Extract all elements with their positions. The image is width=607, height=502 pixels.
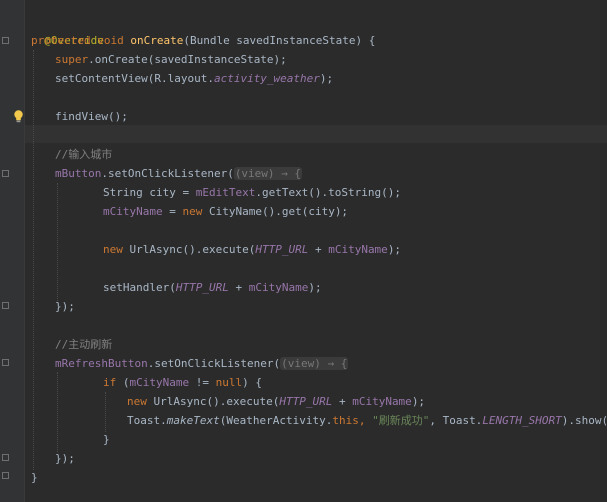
fold-marker-icon[interactable] xyxy=(2,302,9,309)
code-text: .getText().toString(); xyxy=(255,186,402,199)
static-field: activity_weather xyxy=(213,72,320,85)
fold-marker-icon[interactable] xyxy=(2,37,9,44)
string-literal: "刷新成功" xyxy=(372,414,430,427)
code-text: UrlAsync().execute( xyxy=(153,395,280,408)
code-text: = xyxy=(162,205,183,218)
field: mCityName xyxy=(103,205,163,218)
code-line[interactable]: }); xyxy=(55,449,75,468)
field: mEditText xyxy=(195,186,256,199)
code-text: ) { xyxy=(242,376,262,389)
code-text: + xyxy=(308,243,329,256)
code-text: != xyxy=(189,376,216,389)
code-line[interactable]: //输入城市 xyxy=(55,145,112,164)
code-text: UrlAsync().execute( xyxy=(129,243,256,256)
code-line[interactable]: } xyxy=(103,430,110,449)
keyword: new xyxy=(103,243,130,256)
editor-gutter xyxy=(0,0,24,502)
static-field: HTTP_URL xyxy=(175,281,229,294)
code-line[interactable]: //主动刷新 xyxy=(55,335,112,354)
code-text: String city = xyxy=(103,186,196,199)
static-method: makeText xyxy=(166,414,220,427)
code-text: }); xyxy=(55,300,75,313)
code-line[interactable]: if (mCityName != null) { xyxy=(103,373,262,392)
keyword: new xyxy=(182,205,209,218)
field: mCityName xyxy=(248,281,309,294)
code-line[interactable]: Toast.makeText(WeatherActivity.this, "刷新… xyxy=(127,411,607,430)
code-text: (Bundle savedInstanceState) { xyxy=(183,34,376,47)
static-field: HTTP_URL xyxy=(279,395,333,408)
code-text: } xyxy=(103,433,110,446)
code-text: ( xyxy=(122,376,130,389)
code-line[interactable]: } xyxy=(31,468,38,487)
indent-guide xyxy=(105,392,106,432)
fold-marker-icon[interactable] xyxy=(2,170,9,177)
field: mCityName xyxy=(328,243,388,256)
code-line[interactable]: new UrlAsync().execute(HTTP_URL + mCityN… xyxy=(127,392,425,411)
keyword: null xyxy=(215,376,243,389)
static-field: LENGTH_SHORT xyxy=(482,414,562,427)
code-text: findView(); xyxy=(55,110,128,123)
keyword: new xyxy=(127,395,154,408)
field: mCityName xyxy=(129,376,190,389)
code-text: .setOnClickListener( xyxy=(147,357,281,370)
indent-guide xyxy=(57,372,58,452)
code-line[interactable]: mRefreshButton.setOnClickListener((view)… xyxy=(55,354,349,373)
code-text: (WeatherActivity. xyxy=(219,414,333,427)
static-field: HTTP_URL xyxy=(255,243,309,256)
code-text: } xyxy=(31,471,38,484)
code-text: , Toast. xyxy=(429,414,483,427)
code-text: }); xyxy=(55,452,75,465)
current-line-highlight xyxy=(25,125,607,143)
code-text: setContentView(R.layout. xyxy=(55,72,214,85)
comment: //输入城市 xyxy=(55,148,113,161)
code-text: .setOnClickListener( xyxy=(101,167,234,180)
fold-marker-icon[interactable] xyxy=(2,454,9,461)
code-line[interactable]: mCityName = new CityName().get(city); xyxy=(103,202,348,221)
code-line[interactable]: String city = mEditText.getText().toStri… xyxy=(103,183,401,202)
code-line[interactable]: protected void onCreate(Bundle savedInst… xyxy=(31,31,375,50)
code-line[interactable]: super.onCreate(savedInstanceState); xyxy=(55,50,287,69)
code-text: ); xyxy=(319,72,334,85)
code-text: + xyxy=(228,281,249,294)
code-text: ); xyxy=(411,395,426,408)
code-text: + xyxy=(332,395,353,408)
code-line[interactable]: mButton.setOnClickListener((view) → { xyxy=(55,164,303,183)
indent-guide xyxy=(33,50,34,470)
gutter-separator xyxy=(24,0,25,502)
field: mRefreshButton xyxy=(55,357,148,370)
lambda-hint[interactable]: (view) → { xyxy=(233,167,303,180)
keyword: protected void xyxy=(31,34,131,47)
comment: //主动刷新 xyxy=(55,338,113,351)
code-text: .onCreate(savedInstanceState); xyxy=(88,53,287,66)
keyword: super xyxy=(55,53,89,66)
code-text: ).show(); xyxy=(561,414,607,427)
code-line[interactable]: findView(); xyxy=(55,107,128,126)
indent-guide xyxy=(57,183,58,303)
field: mButton xyxy=(55,167,102,180)
field: mCityName xyxy=(352,395,412,408)
code-text: setHandler( xyxy=(103,281,176,294)
code-line[interactable]: setHandler(HTTP_URL + mCityName); xyxy=(103,278,322,297)
code-line[interactable]: @Override xyxy=(31,12,104,47)
keyword: this xyxy=(332,414,359,427)
fold-marker-icon[interactable] xyxy=(2,359,9,366)
fold-marker-icon[interactable] xyxy=(2,472,9,479)
code-line[interactable]: }); xyxy=(55,297,75,316)
code-text: CityName().get(city); xyxy=(208,205,349,218)
code-text: Toast. xyxy=(127,414,167,427)
code-text: ); xyxy=(387,243,402,256)
method-name: onCreate xyxy=(130,34,184,47)
lambda-hint[interactable]: (view) → { xyxy=(280,357,349,370)
lightbulb-icon[interactable] xyxy=(13,110,24,123)
code-text: ); xyxy=(308,281,322,294)
punctuation: , xyxy=(358,414,373,427)
code-line[interactable]: new UrlAsync().execute(HTTP_URL + mCityN… xyxy=(103,240,401,259)
keyword: if xyxy=(103,376,123,389)
code-line[interactable]: setContentView(R.layout.activity_weather… xyxy=(55,69,333,88)
